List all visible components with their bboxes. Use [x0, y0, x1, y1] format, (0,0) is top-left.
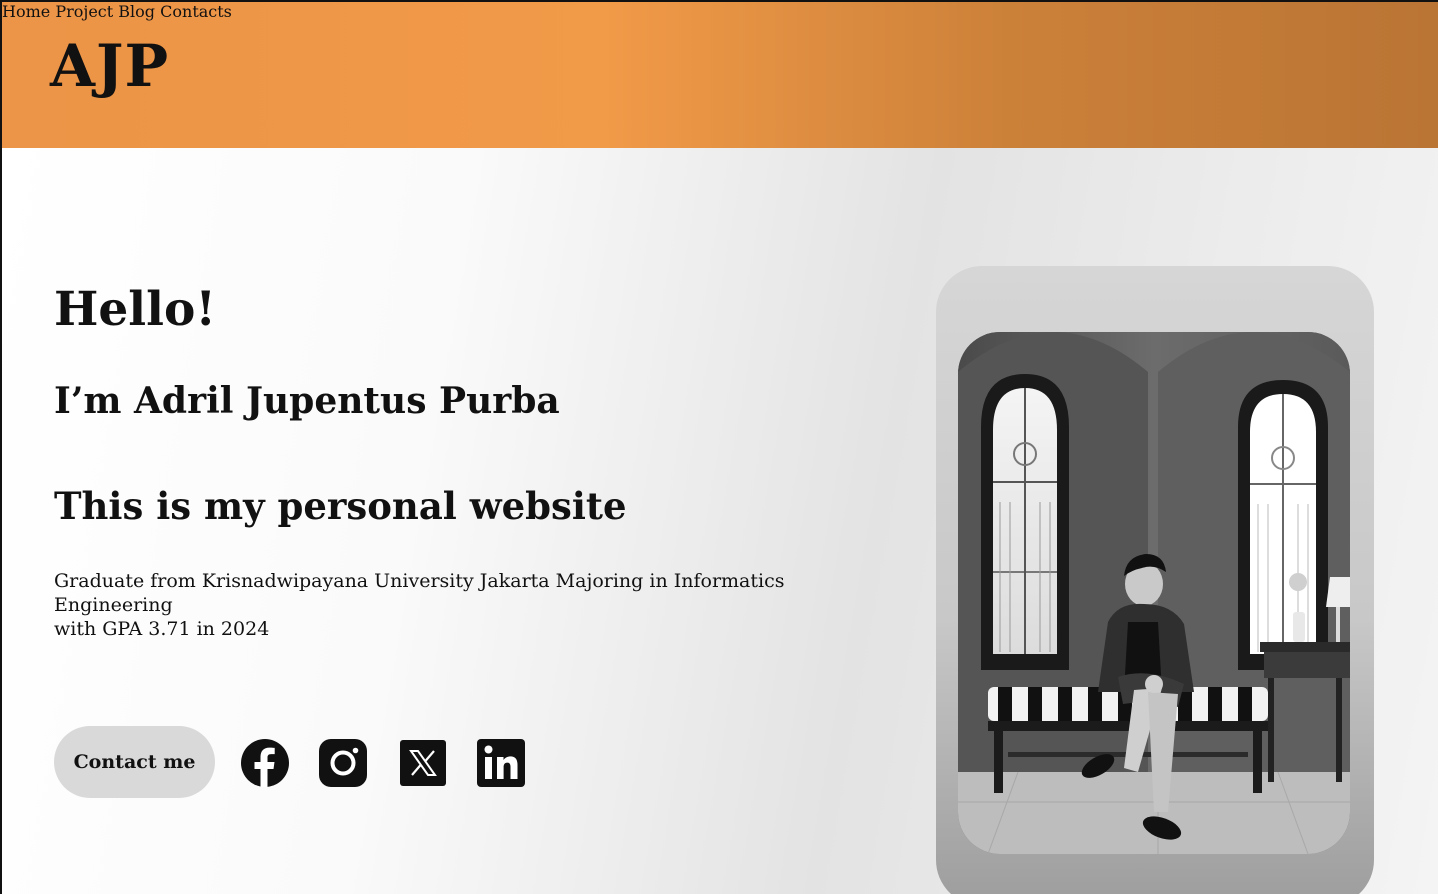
nav-contacts[interactable]: Contacts [160, 2, 232, 21]
facebook-icon[interactable] [240, 738, 290, 788]
hero-name: I’m Adril Jupentus Purba [54, 380, 560, 422]
hero-bio-line1: Graduate from Krisnadwipayana University… [54, 570, 785, 616]
hero-section: Hello! I’m Adril Jupentus Purba This is … [2, 148, 1438, 894]
contact-me-button[interactable]: Contact me [54, 726, 215, 798]
nav-project[interactable]: Project [55, 2, 113, 21]
hero-greeting: Hello! [54, 282, 216, 337]
hero-bio: Graduate from Krisnadwipayana University… [54, 569, 884, 641]
site-header: AJP Home Project Blog Contacts [2, 2, 1438, 148]
profile-photo-card [936, 266, 1374, 894]
hero-tagline: This is my personal website [54, 484, 627, 528]
x-twitter-icon[interactable] [398, 738, 448, 788]
main-nav: Home Project Blog Contacts [2, 2, 1438, 21]
site-logo[interactable]: AJP [50, 32, 169, 100]
nav-home[interactable]: Home [2, 2, 50, 21]
hero-bio-line2: with GPA 3.71 in 2024 [54, 618, 270, 640]
profile-photo [958, 332, 1350, 854]
linkedin-icon[interactable] [476, 738, 526, 788]
instagram-icon[interactable] [318, 738, 368, 788]
nav-blog[interactable]: Blog [118, 2, 155, 21]
page-frame: AJP Home Project Blog Contacts Hello! I’… [0, 0, 1438, 894]
